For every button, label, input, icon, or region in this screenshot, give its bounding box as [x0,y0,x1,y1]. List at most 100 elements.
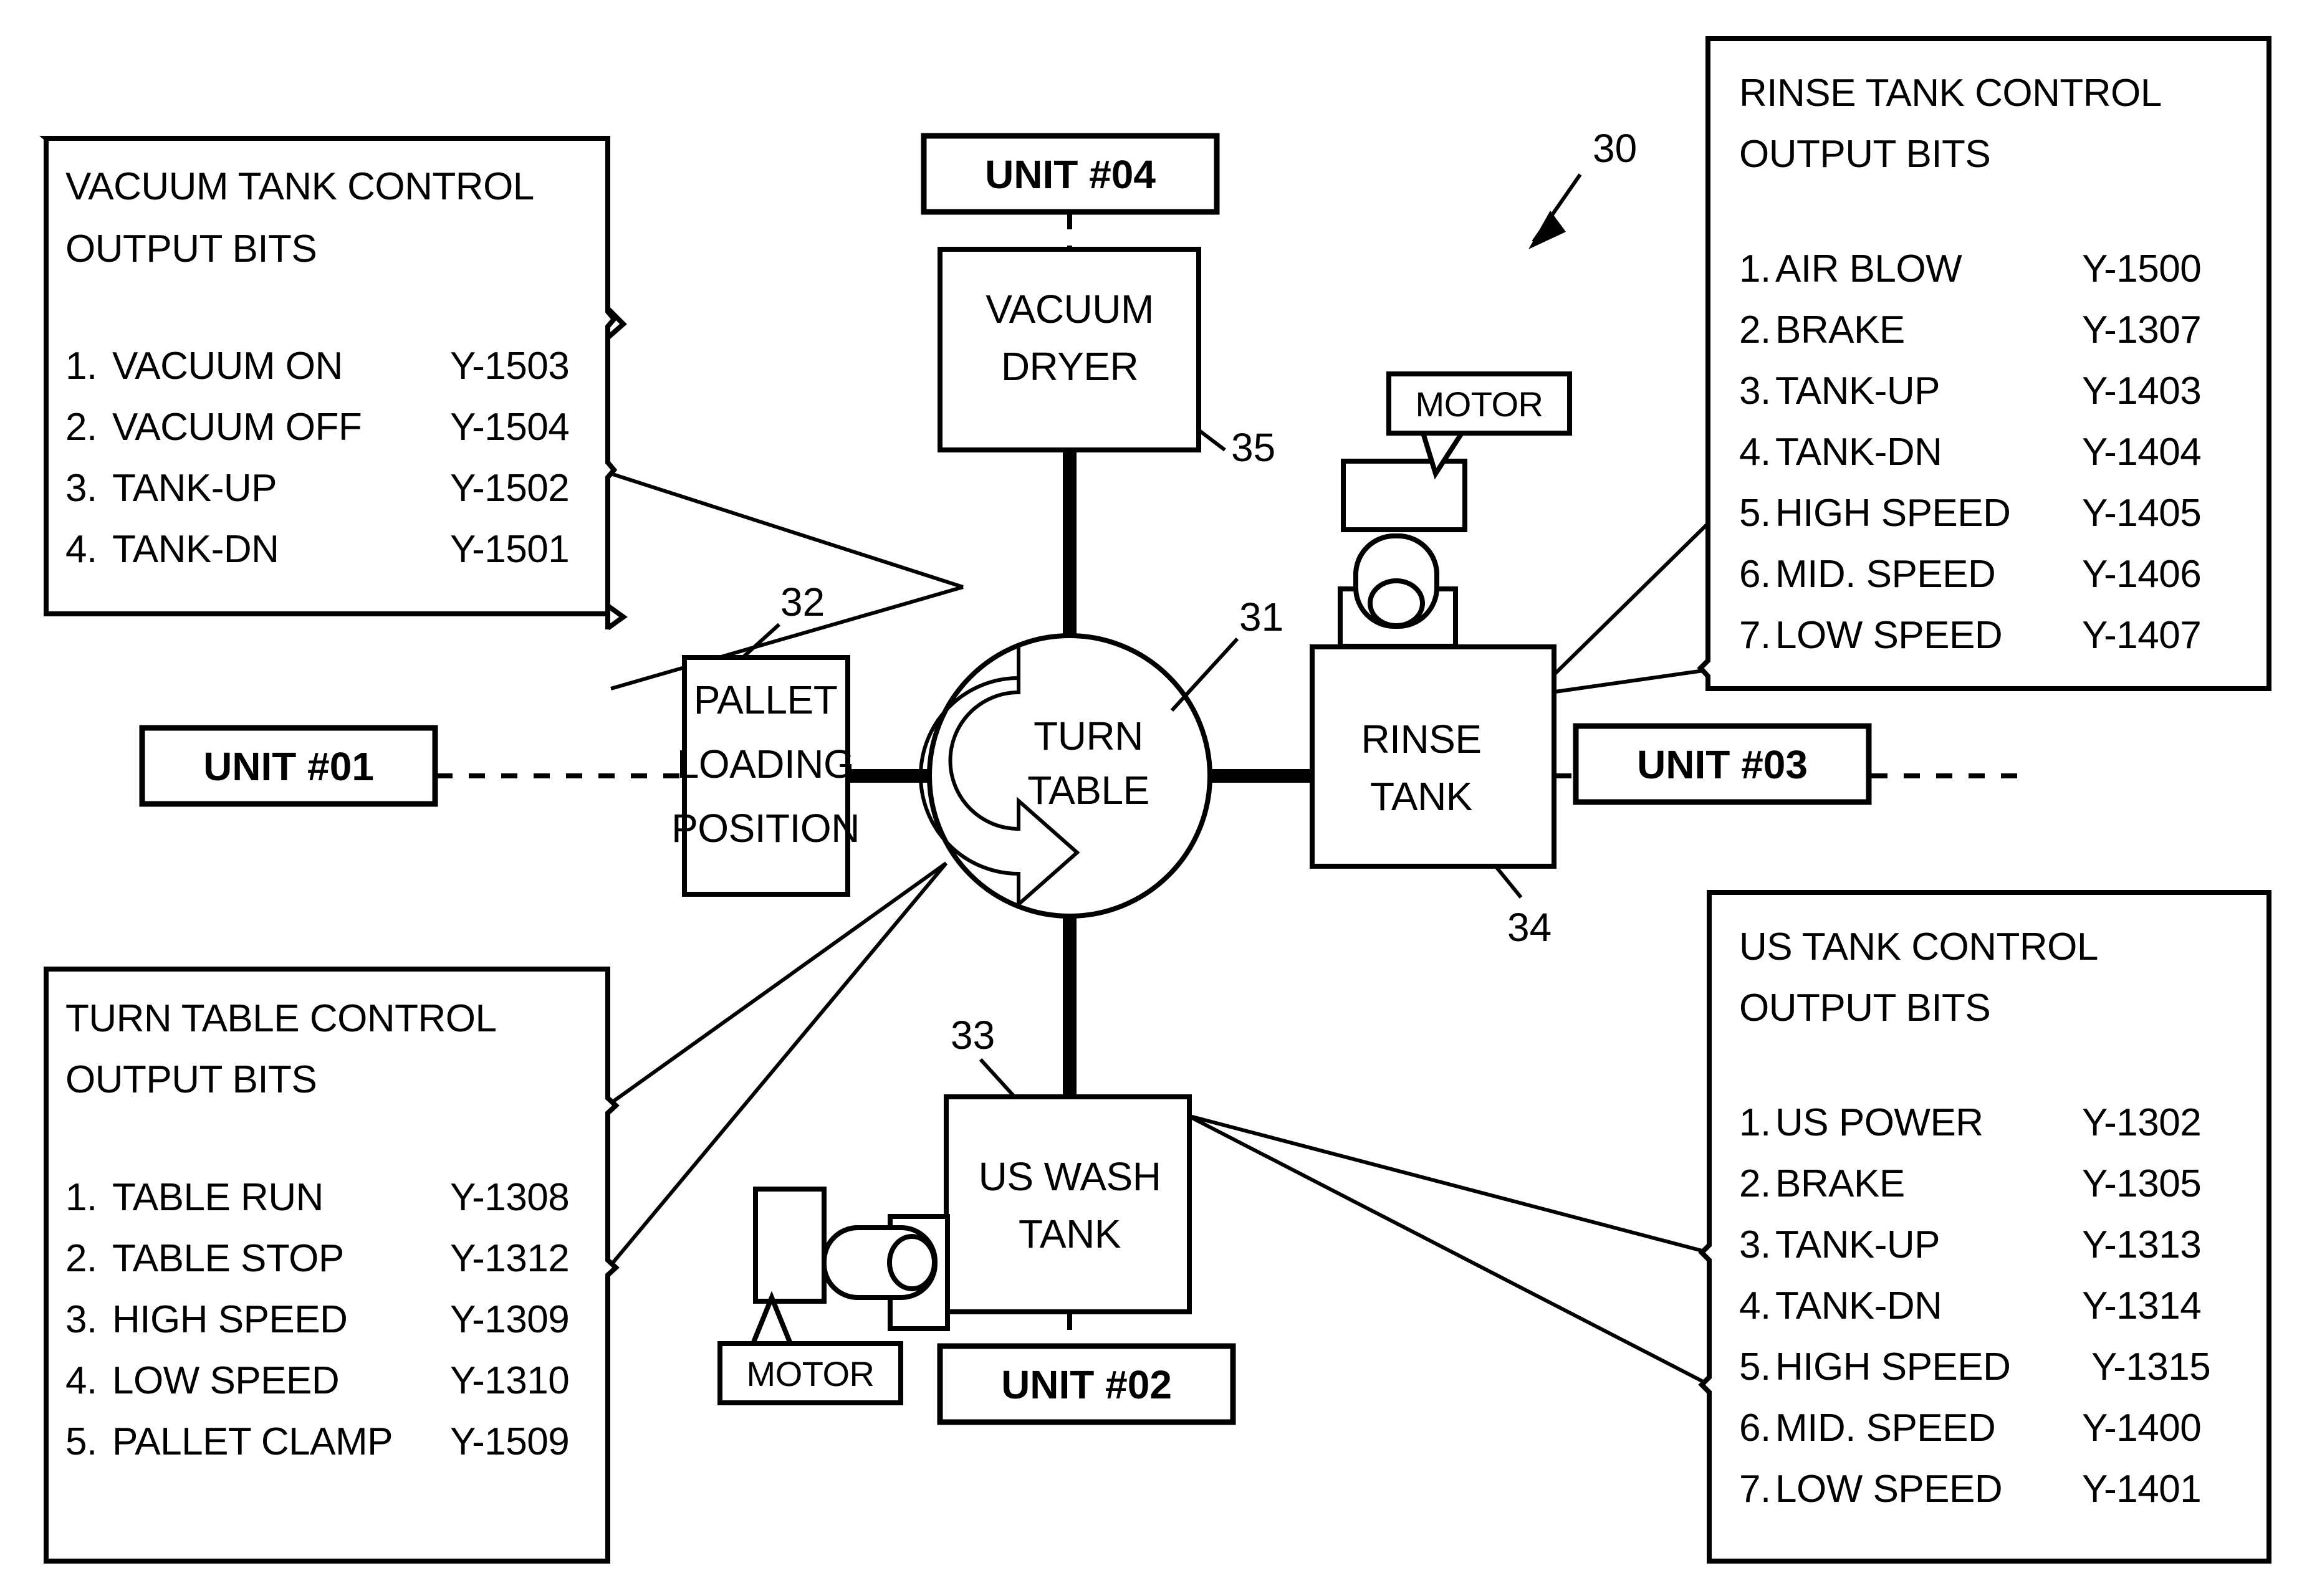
unit03-label: UNIT #03 [1637,742,1808,787]
rinse-item-4-name: HIGH SPEED [1775,492,2010,535]
pallet-label-line2: LOADING [677,742,855,786]
rinse-item-0-num: 1. [1739,247,1771,290]
rinse-item-5-num: 6. [1739,553,1771,596]
turntable-item-1-name: TABLE STOP [112,1237,344,1280]
us-panel-text: US TANK CONTROL OUTPUT BITS 1. US POWER … [1739,925,2211,1511]
rinse-panel-title-line2: OUTPUT BITS [1739,133,1990,176]
ref-32: 32 [780,580,825,624]
us-item-5-name: MID. SPEED [1775,1407,1995,1450]
us-item-3-num: 4. [1739,1284,1771,1327]
turntable-item-1-num: 2. [65,1237,97,1280]
turntable-panel-text: TURN TABLE CONTROL OUTPUT BITS 1. TABLE … [65,997,570,1463]
unit-labels: UNIT #01 UNIT #02 UNIT #03 UNIT #04 [203,152,1808,1407]
vacuum-item-2-name: TANK-UP [112,467,277,510]
us-panel-title-line1: US TANK CONTROL [1739,925,2098,968]
us-item-1-bit: Y-1305 [2082,1162,2201,1205]
vacuum-item-1-name: VACUUM OFF [112,406,362,449]
rinse-item-2-num: 3. [1739,370,1771,413]
turntable-item-3-num: 4. [65,1359,97,1402]
turntable-item-3-bit: Y-1310 [450,1359,569,1402]
us-item-1-name: BRAKE [1775,1162,1905,1205]
vacuum-item-0-name: VACUUM ON [112,345,343,388]
us-item-6-name: LOW SPEED [1775,1468,2002,1511]
rinse-item-1-num: 2. [1739,308,1771,351]
us-item-0-num: 1. [1739,1101,1771,1144]
turntable-label-line1: TURN [1034,714,1143,758]
rinse-item-0-bit: Y-1500 [2082,247,2201,290]
vacuum-panel-text: VACUUM TANK CONTROL OUTPUT BITS 1. VACUU… [65,165,570,571]
us-item-0-name: US POWER [1775,1101,1983,1144]
rinse-item-4-num: 5. [1739,492,1771,535]
reference-numerals: 30 31 32 33 34 35 [780,126,1637,1058]
us-item-4-num: 5. [1739,1345,1771,1388]
ref-35: 35 [1231,425,1275,470]
turntable-item-1-bit: Y-1312 [450,1237,569,1280]
rinse-item-5-bit: Y-1406 [2082,553,2201,596]
vacuum-item-2-num: 3. [65,467,97,510]
turntable-panel-title-line1: TURN TABLE CONTROL [65,997,496,1040]
vacuum-item-3-num: 4. [65,528,97,571]
ref-33: 33 [951,1013,995,1058]
rinse-panel-text: RINSE TANK CONTROL OUTPUT BITS 1. AIR BL… [1739,72,2202,657]
turntable-item-3-name: LOW SPEED [112,1359,339,1402]
rinse-item-3-bit: Y-1404 [2082,431,2201,474]
turntable-label-line2: TABLE [1027,768,1149,813]
turntable-item-2-num: 3. [65,1298,97,1341]
turntable-item-0-num: 1. [65,1176,97,1219]
rinse-tank-label-line1: RINSE [1361,717,1481,762]
node-labels: VACUUM DRYER PALLET LOADING POSITION TUR… [671,287,1543,1393]
vacuum-panel-title-line1: VACUUM TANK CONTROL [65,165,534,208]
us-item-2-num: 3. [1739,1223,1771,1266]
rinse-motor-label: MOTOR [1416,385,1543,424]
us-motor-label: MOTOR [747,1354,875,1393]
vacuum-item-3-bit: Y-1501 [450,528,569,571]
rinse-item-6-num: 7. [1739,614,1771,657]
turntable-panel-title-line2: OUTPUT BITS [65,1058,317,1101]
turntable-item-4-name: PALLET CLAMP [112,1420,393,1463]
rinse-item-1-bit: Y-1307 [2082,308,2201,351]
us-item-4-bit: Y-1315 [2091,1345,2210,1388]
rinse-item-3-num: 4. [1739,431,1771,474]
rinse-item-6-name: LOW SPEED [1775,614,2002,657]
vacuum-dryer-label-line1: VACUUM [986,287,1154,332]
us-item-3-bit: Y-1314 [2082,1284,2201,1327]
unit04-label: UNIT #04 [985,152,1156,197]
ref-34: 34 [1507,905,1552,950]
us-item-3-name: TANK-DN [1775,1284,1942,1327]
us-item-2-bit: Y-1313 [2082,1223,2201,1266]
vacuum-item-0-bit: Y-1503 [450,345,569,388]
rinse-item-0-name: AIR BLOW [1775,247,1962,290]
ref-30: 30 [1593,126,1637,171]
us-wash-tank-label-line2: TANK [1019,1211,1121,1256]
rinse-tank-label-line2: TANK [1370,774,1472,819]
us-wash-tank-label-line1: US WASH [979,1154,1161,1199]
vacuum-item-3-name: TANK-DN [112,528,279,571]
patent-figure-canvas: VACUUM TANK CONTROL OUTPUT BITS 1. VACUU… [0,0,2312,1596]
pallet-label-line1: PALLET [694,677,838,722]
turntable-item-0-bit: Y-1308 [450,1176,569,1219]
us-item-6-num: 7. [1739,1468,1771,1511]
rinse-item-3-name: TANK-DN [1775,431,1942,474]
vacuum-item-0-num: 1. [65,345,97,388]
vacuum-item-2-bit: Y-1502 [450,467,569,510]
turntable-item-0-name: TABLE RUN [112,1176,324,1219]
rinse-panel-title-line1: RINSE TANK CONTROL [1739,72,2162,115]
us-item-6-bit: Y-1401 [2082,1468,2201,1511]
ref-31: 31 [1239,595,1283,639]
turntable-item-4-bit: Y-1509 [450,1420,569,1463]
unit01-label: UNIT #01 [203,744,374,789]
us-item-4-name: HIGH SPEED [1775,1345,2010,1388]
vacuum-item-1-num: 2. [65,406,97,449]
us-panel-title-line2: OUTPUT BITS [1739,987,1990,1030]
rinse-item-2-name: TANK-UP [1775,370,1940,413]
rinse-item-1-name: BRAKE [1775,308,1905,351]
us-item-2-name: TANK-UP [1775,1223,1940,1266]
us-item-5-num: 6. [1739,1407,1771,1450]
vacuum-panel-title-line2: OUTPUT BITS [65,227,317,270]
turntable-item-2-bit: Y-1309 [450,1298,569,1341]
turntable-item-2-name: HIGH SPEED [112,1298,347,1341]
us-item-5-bit: Y-1400 [2082,1407,2201,1450]
rinse-item-2-bit: Y-1403 [2082,370,2201,413]
rinse-item-4-bit: Y-1405 [2082,492,2201,535]
pallet-label-line3: POSITION [671,806,860,851]
